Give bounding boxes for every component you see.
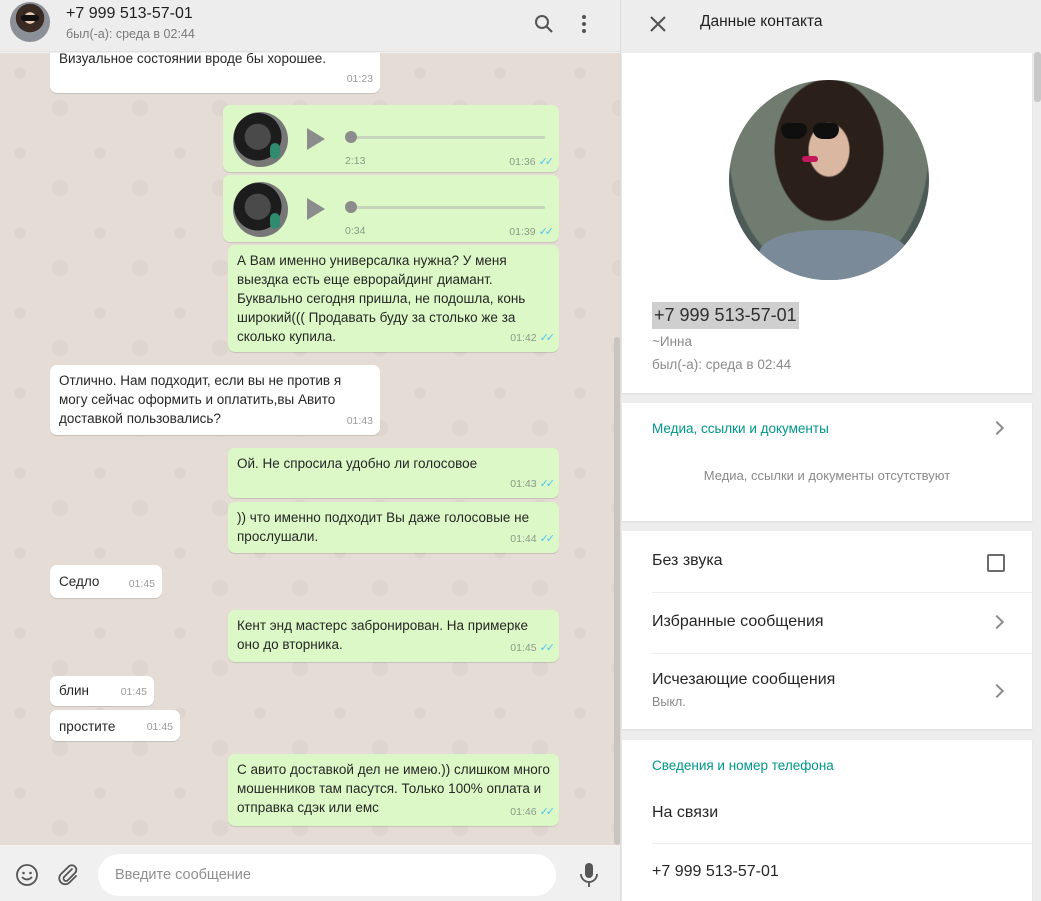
chat-last-seen: был(-а): среда в 02:44 (66, 27, 195, 41)
settings-card: Без звука Избранные сообщения Исчезающие… (622, 531, 1032, 729)
read-ticks-icon: ✓✓ (538, 226, 555, 238)
contact-info-panel: Данные контакта +7 999 513-57-01 ~Инна б… (621, 0, 1041, 901)
contact-phone[interactable]: +7 999 513-57-01 (652, 302, 799, 329)
mute-label[interactable]: Без звука (652, 552, 723, 570)
chat-scrollbar[interactable] (614, 337, 620, 845)
media-section-title[interactable]: Медиа, ссылки и документы (652, 421, 829, 436)
contact-profile-card: +7 999 513-57-01 ~Инна был(-а): среда в … (622, 53, 1032, 393)
mic-icon (270, 143, 280, 159)
message-input-placeholder: Введите сообщение (115, 867, 251, 883)
chat-pane: +7 999 513-57-01 был(-а): среда в 02:44 … (0, 0, 621, 901)
voice-message[interactable]: 0:34 01:39 ✓✓ (223, 175, 559, 242)
play-icon[interactable] (307, 128, 325, 150)
message-text: Отлично. Нам подходит, если вы не против… (59, 373, 342, 426)
media-empty-note: Медиа, ссылки и документы отсутствуют (703, 468, 951, 483)
chat-contact-phone: +7 999 513-57-01 (66, 5, 193, 22)
attach-icon[interactable] (56, 863, 80, 892)
read-ticks-icon: ✓✓ (539, 478, 556, 490)
message-text: Визуальное состоянии вроде бы хорошее. (59, 53, 327, 66)
avatar (233, 112, 288, 167)
avatar[interactable] (10, 2, 50, 42)
audio-scrubber[interactable] (345, 131, 357, 143)
message-time: 01:42 (510, 332, 537, 344)
voice-message[interactable]: 2:13 01:36 ✓✓ (223, 105, 559, 172)
message-in[interactable]: простите 01:45 (50, 710, 180, 741)
audio-scrubber[interactable] (345, 201, 357, 213)
close-icon[interactable] (646, 12, 670, 36)
panel-scrollbar[interactable] (1034, 52, 1041, 102)
read-ticks-icon: ✓✓ (539, 806, 556, 818)
starred-messages-label[interactable]: Избранные сообщения (652, 613, 824, 631)
chat-header[interactable]: +7 999 513-57-01 был(-а): среда в 02:44 (0, 0, 620, 52)
composer: Введите сообщение (0, 845, 620, 901)
panel-title: Данные контакта (700, 13, 823, 30)
message-out[interactable]: Ой. Не спросила удобно ли голосовое 01:4… (228, 448, 559, 498)
emoji-icon[interactable] (15, 863, 39, 892)
avatar (233, 182, 288, 237)
audio-duration: 2:13 (345, 155, 366, 167)
disappearing-messages-label[interactable]: Исчезающие сообщения (652, 671, 835, 689)
contact-name: ~Инна (652, 334, 693, 349)
mute-checkbox[interactable] (987, 554, 1005, 572)
message-text: А Вам именно универсалка нужна? У меня в… (237, 253, 526, 344)
media-card: Медиа, ссылки и документы Медиа, ссылки … (622, 403, 1032, 521)
contact-photo[interactable] (729, 80, 929, 280)
chevron-right-icon[interactable] (989, 683, 1005, 699)
message-time: 01:45 (120, 686, 147, 698)
message-text: Ой. Не спросила удобно ли голосовое (237, 456, 478, 471)
chevron-right-icon[interactable] (989, 614, 1005, 630)
audio-progress[interactable] (351, 206, 545, 209)
message-text: Кент энд мастерс забронирован. На пример… (237, 618, 528, 652)
message-time: 01:46 (510, 806, 537, 818)
read-ticks-icon: ✓✓ (538, 156, 555, 168)
contact-last-seen: был(-а): среда в 02:44 (652, 357, 792, 372)
audio-duration: 0:34 (345, 225, 366, 237)
message-input[interactable]: Введите сообщение (98, 854, 556, 896)
divider (652, 592, 1032, 593)
play-icon[interactable] (307, 198, 325, 220)
message-text: )) что именно подходит Вы даже голосовые… (237, 510, 530, 544)
about-phone[interactable]: +7 999 513-57-01 (652, 863, 779, 881)
message-text: С авито доставкой дел не имею.)) слишком… (237, 762, 550, 815)
search-icon[interactable] (532, 12, 556, 36)
menu-icon[interactable] (572, 12, 596, 36)
message-in[interactable]: Отлично. Нам подходит, если вы не против… (50, 365, 380, 435)
about-section-title: Сведения и номер телефона (652, 758, 834, 773)
message-list[interactable]: Визуальное состоянии вроде бы хорошее. 0… (0, 53, 620, 845)
message-in[interactable]: блин 01:45 (50, 676, 154, 706)
message-time: 01:39 (509, 225, 536, 238)
about-card: Сведения и номер телефона На связи +7 99… (622, 740, 1032, 901)
read-ticks-icon: ✓✓ (539, 332, 556, 344)
audio-progress[interactable] (351, 136, 545, 139)
message-out[interactable]: С авито доставкой дел не имею.)) слишком… (228, 754, 559, 826)
disappearing-messages-value: Выкл. (652, 695, 686, 709)
read-ticks-icon: ✓✓ (539, 642, 556, 654)
about-text: На связи (652, 804, 719, 821)
chevron-right-icon[interactable] (989, 420, 1005, 436)
message-time: 01:43 (346, 415, 373, 427)
read-ticks-icon: ✓✓ (539, 533, 556, 545)
message-in[interactable]: Визуальное состоянии вроде бы хорошее. 0… (50, 53, 380, 93)
message-out[interactable]: А Вам именно универсалка нужна? У меня в… (228, 245, 559, 352)
divider (652, 843, 1032, 844)
message-time: 01:45 (510, 642, 537, 654)
message-time: 01:23 (346, 73, 373, 85)
message-out[interactable]: )) что именно подходит Вы даже голосовые… (228, 502, 559, 553)
divider (652, 653, 1032, 654)
message-time: 01:44 (510, 533, 537, 545)
mic-icon[interactable] (579, 862, 599, 893)
message-time: 01:45 (128, 578, 155, 590)
contact-panel-header: Данные контакта (621, 0, 1041, 52)
message-out[interactable]: Кент энд мастерс забронирован. На пример… (228, 610, 559, 662)
message-in[interactable]: Седло 01:45 (50, 565, 162, 598)
message-time: 01:45 (146, 721, 173, 733)
message-time: 01:43 (510, 478, 537, 490)
mic-icon (270, 213, 280, 229)
message-time: 01:36 (509, 155, 536, 168)
